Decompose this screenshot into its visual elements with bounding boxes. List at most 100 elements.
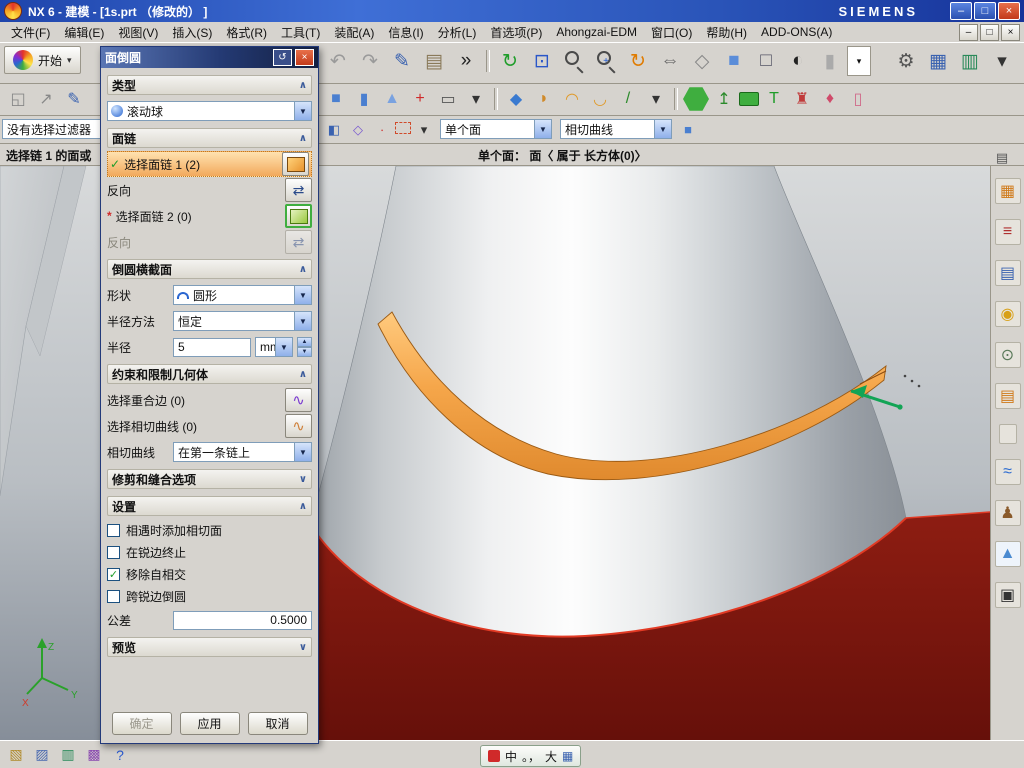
scene-icon[interactable]: ▲ bbox=[995, 541, 1021, 567]
dialog-titlebar[interactable]: 面倒圆 ↺ × bbox=[101, 47, 318, 68]
checkbox-add-tangent-faces[interactable] bbox=[107, 524, 120, 537]
section-cross-section[interactable]: 倒圆横截面 ∧ bbox=[107, 259, 312, 279]
ime-keyboard-icon[interactable]: ▦ bbox=[562, 749, 573, 763]
menu-file[interactable]: 文件(F) bbox=[4, 22, 57, 43]
column-icon[interactable]: ▯ bbox=[845, 86, 871, 112]
section-preview[interactable]: 预览 ∨ bbox=[107, 637, 312, 657]
menu-assemblies[interactable]: 装配(A) bbox=[327, 22, 381, 43]
tangent-curve-combo[interactable]: 在第一条链上 ▼ bbox=[173, 442, 312, 462]
background-icon[interactable]: ◐ bbox=[783, 46, 813, 76]
wireframe-view-icon[interactable]: □ bbox=[751, 46, 781, 76]
tower-icon[interactable]: ♜ bbox=[789, 86, 815, 112]
macro-icon[interactable]: ▩ bbox=[83, 744, 105, 766]
reverse-direction-1-button[interactable]: ⇄ bbox=[285, 178, 312, 202]
bend-icon[interactable]: ◡ bbox=[587, 86, 613, 112]
history-icon[interactable]: ⊙ bbox=[995, 342, 1021, 368]
select-face-chain-2-row[interactable]: * 选择面链 2 (0) bbox=[107, 203, 312, 229]
move-face-icon[interactable]: ↥ bbox=[711, 86, 737, 112]
layers-icon[interactable]: ▥ bbox=[57, 744, 79, 766]
toolbar-options-icon[interactable]: ▾ bbox=[987, 46, 1017, 76]
undo-icon[interactable]: ↶ bbox=[323, 46, 353, 76]
select-face-chain-1-row[interactable]: ✓ 选择面链 1 (2) bbox=[107, 151, 312, 177]
menu-view[interactable]: 视图(V) bbox=[111, 22, 165, 43]
visualization-icon[interactable]: ≈ bbox=[995, 459, 1021, 485]
rotate-view-icon[interactable]: ↻ bbox=[623, 46, 653, 76]
checkbox-blend-across-sharp-edge[interactable] bbox=[107, 590, 120, 603]
mdi-close-button[interactable]: × bbox=[1001, 24, 1020, 41]
dialog-reset-button[interactable]: ↺ bbox=[273, 49, 292, 66]
face-chain-1-button[interactable] bbox=[282, 152, 309, 176]
apply-button[interactable]: 应用 bbox=[180, 712, 240, 735]
constraint-navigator-icon[interactable]: ≡ bbox=[995, 219, 1021, 245]
pan-icon[interactable]: ⇔ bbox=[655, 46, 685, 76]
palette-icon[interactable] bbox=[999, 424, 1017, 444]
pencil-icon[interactable]: ✎ bbox=[387, 46, 417, 76]
ime-shape[interactable]: 大 bbox=[545, 748, 557, 765]
sketch-icon[interactable]: ✎ bbox=[61, 86, 87, 112]
type-combo[interactable]: 滚动球 ▼ bbox=[107, 101, 312, 121]
redo-icon[interactable]: ↷ bbox=[355, 46, 385, 76]
hexagon-icon[interactable] bbox=[683, 86, 709, 112]
dialog-close-button[interactable]: × bbox=[295, 49, 314, 66]
snap-vertex-icon[interactable]: ∙ bbox=[371, 119, 393, 139]
face-chain-2-button[interactable] bbox=[285, 204, 312, 228]
assembly-navigator-icon[interactable]: ▦ bbox=[995, 178, 1021, 204]
customize-icon[interactable]: ⚙ bbox=[891, 46, 921, 76]
snap-edge-icon[interactable]: ◇ bbox=[347, 120, 369, 140]
menu-window[interactable]: 窗口(O) bbox=[644, 22, 699, 43]
section-face-chain[interactable]: 面链 ∧ bbox=[107, 128, 312, 148]
checkbox-remove-self-intersection[interactable] bbox=[107, 568, 120, 581]
part-navigator-icon[interactable]: ▤ bbox=[995, 260, 1021, 286]
grid-edit-icon[interactable]: ▦ bbox=[923, 46, 953, 76]
select-tangent-curve-button[interactable]: ∿ bbox=[285, 414, 312, 438]
marquee-caret-icon[interactable]: ▾ bbox=[413, 120, 435, 140]
roles-icon[interactable]: ♟ bbox=[995, 500, 1021, 526]
line-icon[interactable]: / bbox=[615, 86, 641, 112]
menu-insert[interactable]: 插入(S) bbox=[165, 22, 219, 43]
ime-punctuation[interactable]: 。， bbox=[522, 748, 540, 765]
fit-view-icon[interactable]: ⊡ bbox=[527, 46, 557, 76]
snap-face-icon[interactable]: ◧ bbox=[323, 120, 345, 140]
mdi-restore-button[interactable]: □ bbox=[980, 24, 999, 41]
ime-mode[interactable]: 中 bbox=[505, 748, 517, 765]
extrude-icon[interactable]: ◆ bbox=[503, 86, 529, 112]
menu-tools[interactable]: 工具(T) bbox=[274, 22, 327, 43]
overflow-chevron-icon[interactable]: » bbox=[451, 46, 481, 76]
show-resource-bar-icon[interactable]: ▧ bbox=[5, 744, 27, 766]
material-icon[interactable]: ▮ bbox=[815, 46, 845, 76]
datum-plane-icon[interactable]: ◱ bbox=[5, 86, 31, 112]
line-caret-icon[interactable]: ▾ bbox=[643, 86, 669, 112]
datum-axis-icon[interactable]: ↗ bbox=[33, 86, 59, 112]
cancel-button[interactable]: 取消 bbox=[248, 712, 308, 735]
select-coincident-edge-button[interactable]: ∿ bbox=[285, 388, 312, 412]
rectangle-icon[interactable]: ▭ bbox=[435, 86, 461, 112]
perspective-icon[interactable]: ◇ bbox=[687, 46, 717, 76]
menu-ahongzai-edm[interactable]: Ahongzai-EDM bbox=[549, 23, 644, 41]
cone-primitive-icon[interactable]: ▲ bbox=[379, 86, 405, 112]
cylinder-primitive-icon[interactable]: ▮ bbox=[351, 86, 377, 112]
refresh-icon[interactable]: ↻ bbox=[495, 46, 525, 76]
shaded-view-icon[interactable]: ■ bbox=[719, 46, 749, 76]
zoom-icon[interactable] bbox=[559, 46, 589, 76]
menu-addons[interactable]: ADD-ONS(A) bbox=[754, 23, 839, 41]
zoom-in-out-icon[interactable]: + bbox=[591, 46, 621, 76]
pin-icon[interactable]: ♦ bbox=[817, 86, 843, 112]
section-settings[interactable]: 设置 ∧ bbox=[107, 496, 312, 516]
process-studio-icon[interactable]: ▤ bbox=[995, 383, 1021, 409]
highlight-cube-icon[interactable]: ■ bbox=[677, 119, 699, 139]
reuse-library-icon[interactable]: ◉ bbox=[995, 301, 1021, 327]
block-icon[interactable]: ■ bbox=[323, 86, 349, 112]
selection-scope-combo[interactable]: 单个面 ▼ bbox=[440, 119, 552, 139]
close-button[interactable]: × bbox=[998, 2, 1020, 20]
checkbox-stop-at-sharp-edge[interactable] bbox=[107, 546, 120, 559]
maximize-button[interactable]: □ bbox=[974, 2, 996, 20]
dock-icon[interactable]: ▨ bbox=[31, 744, 53, 766]
revolve-icon[interactable]: ◗ bbox=[531, 86, 557, 112]
shape-combo[interactable]: 圆形 ▼ bbox=[173, 285, 312, 305]
menu-edit[interactable]: 编辑(E) bbox=[57, 22, 111, 43]
marquee-icon[interactable] bbox=[395, 122, 411, 134]
menu-analysis[interactable]: 分析(L) bbox=[431, 22, 484, 43]
menu-preferences[interactable]: 首选项(P) bbox=[483, 22, 549, 43]
selection-filter-combo[interactable]: 没有选择过滤器 bbox=[2, 119, 110, 139]
text-icon[interactable]: T bbox=[761, 86, 787, 112]
